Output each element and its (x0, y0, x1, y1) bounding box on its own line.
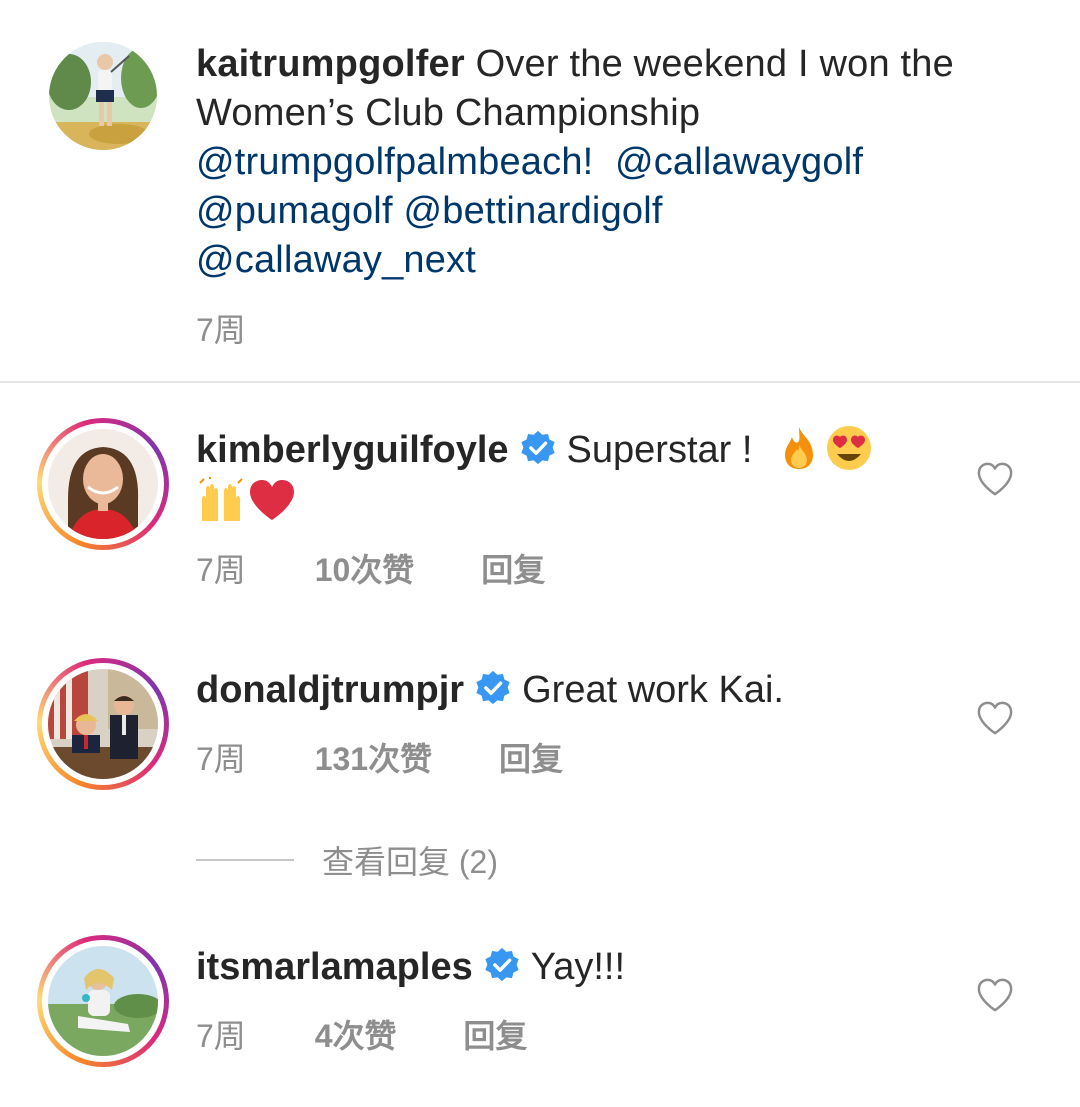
reply-button[interactable]: 回复 (499, 741, 563, 777)
comment-body: kimberlyguilfoyle Superstar ! (196, 424, 936, 528)
reply-button[interactable]: 回复 (481, 552, 545, 588)
comment-likes-count[interactable]: 4次赞 (315, 1018, 397, 1054)
comment-username[interactable]: kimberlyguilfoyle (196, 429, 509, 471)
reply-button[interactable]: 回复 (463, 1018, 527, 1054)
comment-timestamp: 7周 (196, 741, 246, 777)
view-replies-line (196, 859, 294, 861)
mention-link[interactable]: @pumagolf (196, 190, 393, 232)
like-heart-icon[interactable] (976, 977, 1014, 1013)
heart-eyes-emoji-icon (826, 425, 871, 470)
verified-badge-icon (485, 947, 519, 982)
comment-avatar[interactable] (37, 935, 169, 1067)
raised-hands-emoji-icon (199, 476, 243, 521)
comment-likes-count[interactable]: 10次赞 (315, 552, 415, 588)
comment-timestamp: 7周 (196, 552, 246, 588)
comment-meta: 7周 10次赞 回复 (196, 545, 545, 591)
comment-timestamp: 7周 (196, 1018, 246, 1054)
comment-text: Superstar ! (566, 429, 753, 471)
like-heart-icon[interactable] (976, 700, 1014, 736)
comment-username[interactable]: donaldjtrumpjr (196, 669, 464, 711)
comment-text: Yay!!! (530, 946, 626, 988)
mention-link[interactable]: @callawaygolf (615, 141, 863, 183)
verified-badge-icon (476, 670, 510, 705)
comment-meta: 7周 131次赞 回复 (196, 734, 563, 780)
post-author-username[interactable]: kaitrumpgolfer (196, 43, 465, 85)
post-caption: kaitrumpgolfer Over the weekend I won th… (196, 40, 1016, 285)
post-author-avatar[interactable] (49, 42, 157, 150)
view-replies-button[interactable]: 查看回复 (2) (196, 838, 498, 882)
comment-avatar[interactable] (37, 418, 169, 550)
comment-avatar[interactable] (37, 658, 169, 790)
comment-text: Great work Kai. (522, 669, 784, 711)
verified-badge-icon (520, 430, 555, 465)
fire-emoji-icon (784, 426, 813, 469)
mention-link[interactable]: @trumpgolfpalmbeach! (196, 141, 593, 183)
comment-meta: 7周 4次赞 回复 (196, 1011, 527, 1057)
like-heart-icon[interactable] (976, 461, 1014, 497)
mention-link[interactable]: @callaway_next (196, 239, 476, 281)
view-replies-label: 查看回复 (2) (322, 844, 499, 880)
comment-body: itsmarlamaples Yay!!! (196, 941, 936, 993)
comment-likes-count[interactable]: 131次赞 (315, 741, 432, 777)
red-heart-emoji-icon (250, 479, 294, 520)
divider (0, 381, 1080, 383)
post-timestamp: 7周 (196, 312, 246, 348)
mention-link[interactable]: @bettinardigolf (403, 190, 662, 232)
comment-username[interactable]: itsmarlamaples (196, 946, 473, 988)
comment-body: donaldjtrumpjr Great work Kai. (196, 664, 936, 716)
